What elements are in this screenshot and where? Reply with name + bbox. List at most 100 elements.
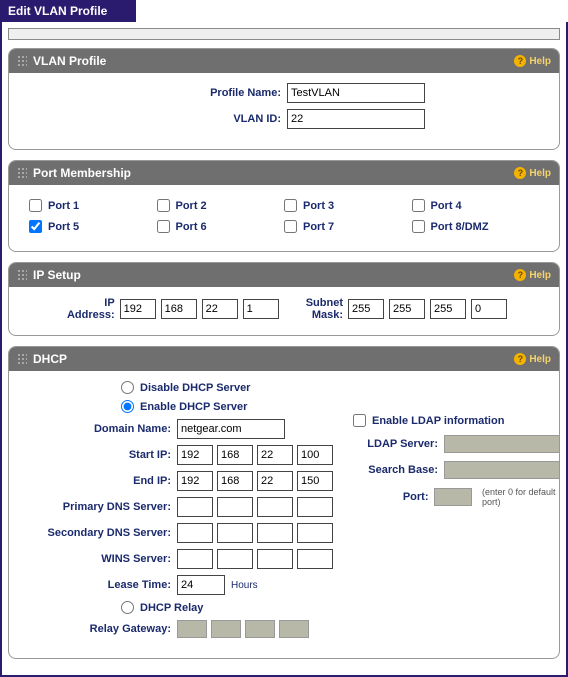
dhcp-relay-label: DHCP Relay bbox=[140, 602, 203, 614]
end-ip-label: End IP: bbox=[21, 475, 171, 487]
mask-octet-3[interactable] bbox=[430, 299, 466, 319]
domain-name-label: Domain Name: bbox=[21, 423, 171, 435]
ldap-server-input bbox=[444, 435, 560, 453]
vlan-profile-title: VLAN Profile bbox=[33, 54, 106, 68]
start-ip-4[interactable] bbox=[297, 445, 333, 465]
vlan-id-input[interactable] bbox=[287, 109, 425, 129]
port-item-7[interactable]: Port 7 bbox=[284, 220, 412, 233]
enable-dhcp-label: Enable DHCP Server bbox=[140, 401, 247, 413]
lease-time-input[interactable] bbox=[177, 575, 225, 595]
port-checkbox-7[interactable] bbox=[284, 220, 297, 233]
help-link[interactable]: ? Help bbox=[514, 269, 551, 281]
wins-4[interactable] bbox=[297, 549, 333, 569]
end-ip-1[interactable] bbox=[177, 471, 213, 491]
relay-gw-4 bbox=[279, 620, 309, 638]
main-container: VLAN Profile ? Help Profile Name: VLAN I… bbox=[0, 22, 568, 677]
help-icon: ? bbox=[514, 269, 526, 281]
port-checkbox-3[interactable] bbox=[284, 199, 297, 212]
ldap-port-hint: (enter 0 for default port) bbox=[482, 487, 560, 507]
primary-dns-1[interactable] bbox=[177, 497, 213, 517]
primary-dns-label: Primary DNS Server: bbox=[21, 501, 171, 513]
enable-dhcp-radio[interactable] bbox=[121, 400, 134, 413]
end-ip-4[interactable] bbox=[297, 471, 333, 491]
port-checkbox-1[interactable] bbox=[29, 199, 42, 212]
dhcp-title: DHCP bbox=[33, 352, 67, 366]
ldap-port-label: Port: bbox=[353, 491, 428, 503]
start-ip-2[interactable] bbox=[217, 445, 253, 465]
vlan-profile-panel: VLAN Profile ? Help Profile Name: VLAN I… bbox=[8, 48, 560, 150]
port-item-8[interactable]: Port 8/DMZ bbox=[412, 220, 540, 233]
port-membership-panel: Port Membership ? Help Port 1Port 2Port … bbox=[8, 160, 560, 252]
secondary-dns-3[interactable] bbox=[257, 523, 293, 543]
mask-octet-2[interactable] bbox=[389, 299, 425, 319]
disable-dhcp-radio[interactable] bbox=[121, 381, 134, 394]
port-item-3[interactable]: Port 3 bbox=[284, 199, 412, 212]
progress-strip bbox=[8, 28, 560, 40]
port-item-5[interactable]: Port 5 bbox=[29, 220, 157, 233]
help-link[interactable]: ? Help bbox=[514, 167, 551, 179]
port-checkbox-8[interactable] bbox=[412, 220, 425, 233]
ip-octet-3[interactable] bbox=[202, 299, 238, 319]
grip-icon bbox=[17, 269, 27, 281]
grip-icon bbox=[17, 55, 27, 67]
end-ip-2[interactable] bbox=[217, 471, 253, 491]
port-checkbox-5[interactable] bbox=[29, 220, 42, 233]
port-membership-header: Port Membership ? Help bbox=[9, 161, 559, 185]
port-checkbox-4[interactable] bbox=[412, 199, 425, 212]
help-link[interactable]: ? Help bbox=[514, 353, 551, 365]
page-title: Edit VLAN Profile bbox=[0, 0, 136, 22]
port-label: Port 7 bbox=[303, 221, 334, 233]
port-label: Port 3 bbox=[303, 200, 334, 212]
end-ip-3[interactable] bbox=[257, 471, 293, 491]
secondary-dns-4[interactable] bbox=[297, 523, 333, 543]
dhcp-header: DHCP ? Help bbox=[9, 347, 559, 371]
start-ip-3[interactable] bbox=[257, 445, 293, 465]
wins-2[interactable] bbox=[217, 549, 253, 569]
port-membership-title: Port Membership bbox=[33, 166, 131, 180]
port-item-6[interactable]: Port 6 bbox=[157, 220, 285, 233]
subnet-mask-label: Subnet Mask: bbox=[279, 297, 343, 321]
relay-gw-2 bbox=[211, 620, 241, 638]
port-label: Port 5 bbox=[48, 221, 79, 233]
port-item-2[interactable]: Port 2 bbox=[157, 199, 285, 212]
wins-3[interactable] bbox=[257, 549, 293, 569]
ip-octet-4[interactable] bbox=[243, 299, 279, 319]
domain-name-input[interactable] bbox=[177, 419, 285, 439]
enable-ldap-checkbox[interactable] bbox=[353, 414, 366, 427]
port-label: Port 1 bbox=[48, 200, 79, 212]
search-base-input bbox=[444, 461, 560, 479]
port-item-4[interactable]: Port 4 bbox=[412, 199, 540, 212]
ip-octet-2[interactable] bbox=[161, 299, 197, 319]
primary-dns-2[interactable] bbox=[217, 497, 253, 517]
port-item-1[interactable]: Port 1 bbox=[29, 199, 157, 212]
port-checkbox-6[interactable] bbox=[157, 220, 170, 233]
ip-octet-1[interactable] bbox=[120, 299, 156, 319]
wins-1[interactable] bbox=[177, 549, 213, 569]
dhcp-relay-radio[interactable] bbox=[121, 601, 134, 614]
vlan-id-label: VLAN ID: bbox=[21, 113, 281, 125]
port-checkbox-2[interactable] bbox=[157, 199, 170, 212]
relay-gw-3 bbox=[245, 620, 275, 638]
ldap-server-label: LDAP Server: bbox=[353, 438, 438, 450]
mask-octet-4[interactable] bbox=[471, 299, 507, 319]
ip-setup-panel: IP Setup ? Help IP Address: Subnet Mask: bbox=[8, 262, 560, 336]
wins-label: WINS Server: bbox=[21, 553, 171, 565]
vlan-profile-header: VLAN Profile ? Help bbox=[9, 49, 559, 73]
start-ip-label: Start IP: bbox=[21, 449, 171, 461]
help-icon: ? bbox=[514, 55, 526, 67]
grip-icon bbox=[17, 167, 27, 179]
dhcp-panel: DHCP ? Help Disable DHCP Server Enable D… bbox=[8, 346, 560, 659]
port-label: Port 6 bbox=[176, 221, 207, 233]
ports-grid: Port 1 Port 2 Port 3 Port 4 Port 5 Port 6 Port… bbox=[21, 195, 547, 237]
help-link[interactable]: ? Help bbox=[514, 55, 551, 67]
secondary-dns-1[interactable] bbox=[177, 523, 213, 543]
ip-setup-title: IP Setup bbox=[33, 268, 81, 282]
primary-dns-4[interactable] bbox=[297, 497, 333, 517]
lease-time-label: Lease Time: bbox=[21, 579, 171, 591]
start-ip-1[interactable] bbox=[177, 445, 213, 465]
primary-dns-3[interactable] bbox=[257, 497, 293, 517]
secondary-dns-2[interactable] bbox=[217, 523, 253, 543]
help-icon: ? bbox=[514, 167, 526, 179]
mask-octet-1[interactable] bbox=[348, 299, 384, 319]
profile-name-input[interactable] bbox=[287, 83, 425, 103]
